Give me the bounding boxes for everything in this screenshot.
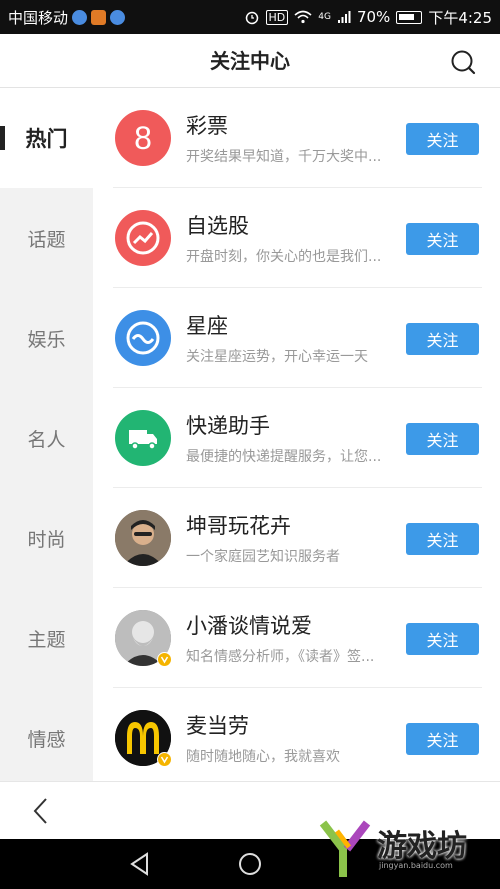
nav-back-icon[interactable]	[127, 851, 153, 877]
account-name: 彩票	[186, 114, 228, 138]
watermark-y-icon	[319, 820, 371, 877]
account-description: 随时随地随心，我就喜欢	[186, 749, 340, 765]
delivery-truck-icon	[115, 410, 171, 466]
follow-button[interactable]: 关注	[406, 323, 479, 355]
hd-badge: HD	[265, 9, 289, 25]
sidebar-item-entertainment[interactable]: 娱乐	[0, 288, 93, 388]
follow-button[interactable]: 关注	[406, 123, 479, 155]
lottery-8-icon: 8	[115, 110, 171, 166]
follow-button[interactable]: 关注	[406, 723, 479, 755]
follow-button[interactable]: 关注	[406, 423, 479, 455]
verified-badge-icon	[157, 652, 172, 667]
list-item[interactable]: 小潘谈情说爱 知名情感分析师，《读者》签... 关注	[93, 588, 500, 688]
verified-badge-icon	[157, 752, 172, 767]
list-item[interactable]: 坤哥玩花卉 一个家庭园艺知识服务者 关注	[93, 488, 500, 588]
watermark-text: 游戏坊	[377, 829, 467, 864]
account-name: 坤哥玩花卉	[186, 514, 291, 538]
stock-trend-icon	[115, 210, 171, 266]
account-description: 关注星座运势，开心幸运一天	[186, 349, 368, 365]
sidebar-item-hot[interactable]: 热门	[0, 88, 93, 188]
weibo-notification-icon	[91, 9, 107, 25]
alarm-icon	[245, 11, 258, 25]
app-header: 关注中心	[0, 34, 500, 88]
sidebar-item-themes[interactable]: 主题	[0, 588, 93, 688]
signal-icon	[337, 11, 351, 23]
sidebar-item-celebrities[interactable]: 名人	[0, 388, 93, 488]
list-item[interactable]: 星座 关注星座运势，开心幸运一天 关注	[93, 288, 500, 388]
account-description: 最便捷的快递提醒服务，让您...	[186, 449, 382, 465]
search-icon[interactable]	[450, 49, 476, 75]
account-description: 开盘时刻，你关心的也是我们...	[186, 249, 382, 265]
account-name: 小潘谈情说爱	[186, 614, 312, 638]
account-description: 一个家庭园艺知识服务者	[186, 549, 340, 565]
list-item[interactable]: 快递助手 最便捷的快递提醒服务，让您... 关注	[93, 388, 500, 488]
account-name: 麦当劳	[186, 714, 249, 738]
account-list: 8 彩票 开奖结果早知道，千万大奖中... 关注 自选股 开盘时刻，你关心的也是…	[93, 88, 500, 781]
account-description: 开奖结果早知道，千万大奖中...	[186, 149, 382, 165]
page-title: 关注中心	[210, 49, 290, 73]
wifi-icon	[294, 10, 312, 24]
zodiac-icon	[115, 310, 171, 366]
follow-button[interactable]: 关注	[406, 523, 479, 555]
watermark-url: jingyan.baidu.com	[379, 861, 453, 870]
sidebar-item-fashion[interactable]: 时尚	[0, 488, 93, 588]
account-description: 知名情感分析师，《读者》签...	[186, 649, 375, 665]
clock: 下午4:25	[428, 8, 492, 27]
account-name: 星座	[186, 314, 228, 338]
account-name: 快递助手	[186, 414, 270, 438]
sidebar-item-topics[interactable]: 话题	[0, 188, 93, 288]
user-photo-avatar	[115, 510, 171, 566]
svg-text:8: 8	[134, 120, 152, 156]
status-bar: 中国移动 HD 4G 70% 下午4:25	[0, 0, 500, 34]
sidebar-item-emotion[interactable]: 情感	[0, 688, 93, 788]
watermark-logo: 游戏坊 jingyan.baidu.com	[317, 819, 492, 881]
follow-button[interactable]: 关注	[406, 623, 479, 655]
battery-percent: 70%	[356, 8, 391, 26]
account-name: 自选股	[186, 214, 249, 238]
list-item[interactable]: 麦当劳 随时随地随心，我就喜欢 关注	[93, 688, 500, 781]
carrier-label: 中国移动	[8, 8, 69, 27]
network-type-label: 4G	[318, 12, 331, 22]
list-item[interactable]: 自选股 开盘时刻，你关心的也是我们... 关注	[93, 188, 500, 288]
category-sidebar: 热门 话题 娱乐 名人 时尚 主题 情感	[0, 88, 93, 781]
battery-icon	[396, 10, 423, 24]
list-item[interactable]: 8 彩票 开奖结果早知道，千万大奖中... 关注	[93, 88, 500, 188]
nav-home-icon[interactable]	[237, 851, 263, 877]
back-arrow-icon[interactable]	[28, 796, 54, 826]
system-nav-bar: 游戏坊 jingyan.baidu.com	[0, 820, 500, 889]
follow-button[interactable]: 关注	[406, 223, 479, 255]
qq-notification-icon-2	[110, 9, 126, 25]
qq-notification-icon	[72, 9, 88, 25]
